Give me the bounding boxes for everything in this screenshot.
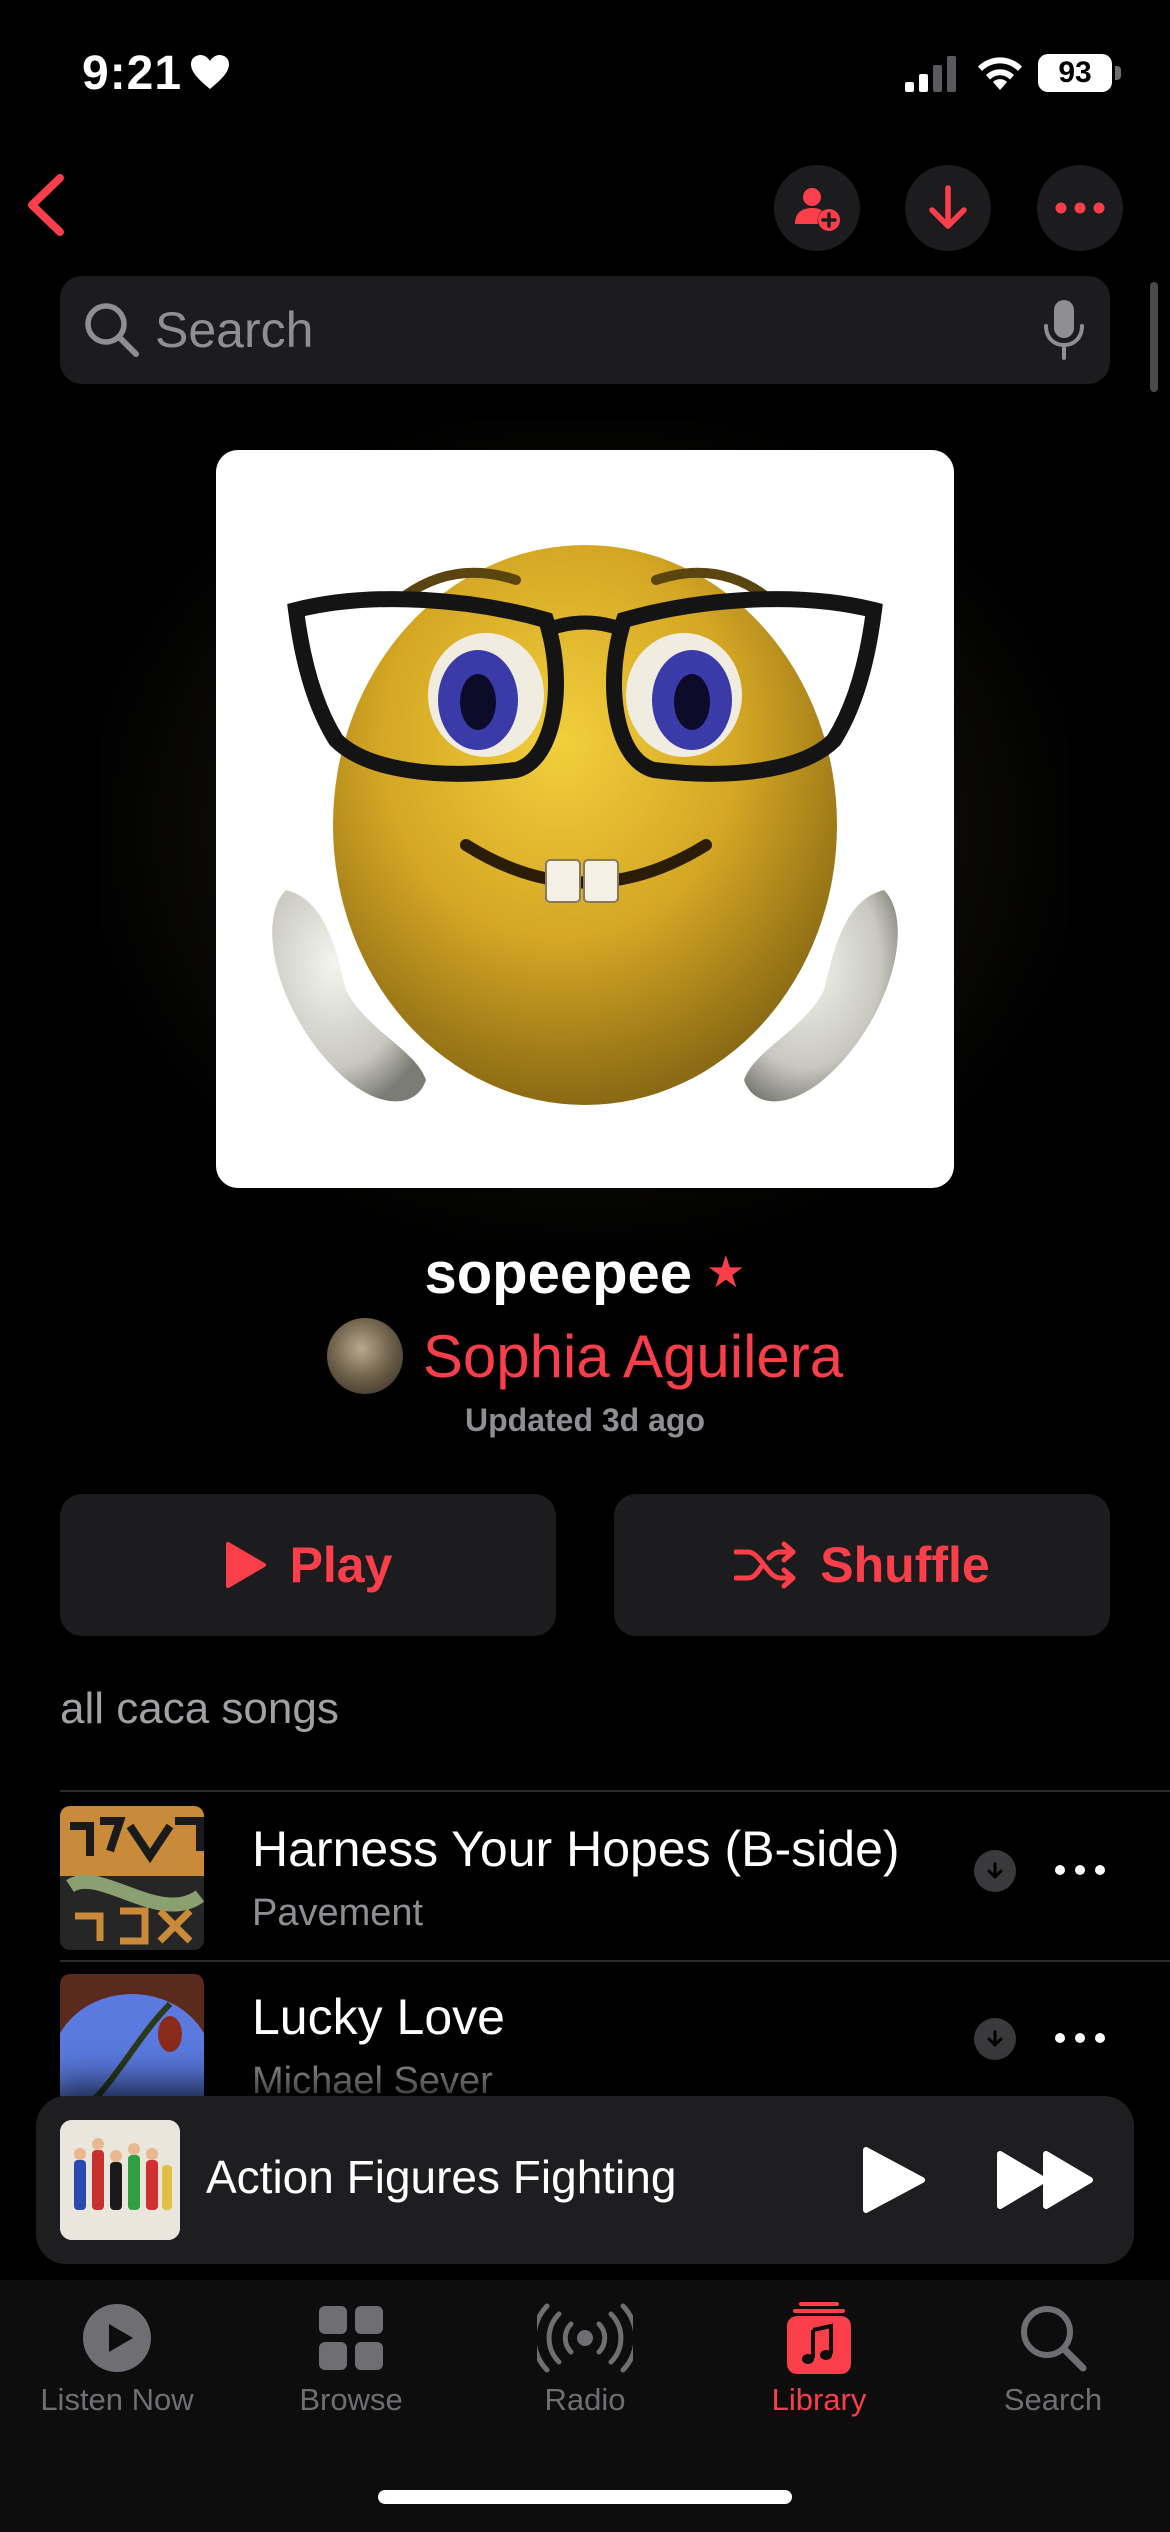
status-time: 9:21 [82, 47, 183, 100]
music-note-icon [787, 2302, 851, 2374]
cellular-signal-icon [905, 56, 956, 92]
download-icon [974, 2018, 1016, 2060]
shuffle-label: Shuffle [820, 1537, 990, 1593]
grid-icon [319, 2306, 383, 2370]
tab-label: Browse [299, 2382, 403, 2417]
shuffle-icon [734, 1541, 796, 1589]
more-icon[interactable] [1050, 1850, 1110, 1890]
tab-label: Library [771, 2382, 867, 2417]
song-title: Lucky Love [252, 1989, 505, 2045]
search-bar[interactable] [60, 276, 1110, 384]
tab-search[interactable]: Search [936, 2302, 1170, 2452]
mini-player[interactable]: Action Figures Fighting [36, 2096, 1134, 2264]
tab-radio[interactable]: Radio [468, 2302, 702, 2452]
now-playing-title: Action Figures Fighting [206, 2151, 677, 2203]
radio-waves-icon [537, 2303, 633, 2373]
wifi-icon [978, 57, 1022, 90]
author-avatar[interactable] [326, 1318, 403, 1394]
divider [60, 1790, 1170, 1792]
play-label: Play [289, 1537, 393, 1593]
back-chevron-icon[interactable] [18, 170, 78, 240]
battery-tip [1115, 66, 1121, 80]
author-name[interactable]: Sophia Aguilera [423, 1322, 843, 1391]
more-icon[interactable] [1050, 2018, 1110, 2058]
now-playing-artwork [60, 2120, 180, 2240]
ellipsis-icon [1055, 202, 1105, 214]
add-collaborator-button[interactable] [774, 165, 860, 251]
scroll-indicator[interactable] [1150, 282, 1158, 392]
play-button[interactable]: Play [60, 1494, 556, 1636]
download-icon [974, 1850, 1016, 1892]
playlist-artwork [216, 450, 954, 1188]
status-bar: 9:21 93 [0, 0, 1170, 150]
play-icon[interactable] [858, 2144, 928, 2216]
heart-icon [191, 55, 229, 89]
search-icon [85, 303, 139, 357]
tab-library[interactable]: Library [702, 2302, 936, 2452]
search-input[interactable] [155, 276, 1015, 384]
play-circle-icon [83, 2304, 151, 2372]
table-row[interactable]: Harness Your Hopes (B-side) Pavement [0, 1794, 1170, 1960]
download-arrow-icon [929, 185, 967, 229]
shuffle-button[interactable]: Shuffle [614, 1494, 1110, 1636]
song-artist: Pavement [252, 1892, 424, 1934]
star-icon: ★ [706, 1248, 746, 1297]
battery-level: 93 [1038, 54, 1112, 92]
updated-timestamp: Updated 3d ago [464, 1402, 705, 1438]
tab-label: Listen Now [40, 2382, 194, 2417]
tab-listen-now[interactable]: Listen Now [0, 2302, 234, 2452]
author-row[interactable]: Sophia Aguilera [0, 1316, 1170, 1396]
song-title: Harness Your Hopes (B-side) [252, 1821, 900, 1877]
person-add-icon [795, 188, 840, 231]
play-icon [225, 1542, 266, 1588]
home-indicator[interactable] [378, 2490, 792, 2504]
tab-browse[interactable]: Browse [234, 2302, 468, 2452]
playlist-title: sopeepee [424, 1241, 693, 1306]
search-icon [1021, 2306, 1087, 2372]
song-artwork [60, 1806, 204, 1950]
microphone-icon[interactable] [1042, 298, 1086, 362]
fast-forward-icon[interactable] [996, 2148, 1096, 2212]
nerd-emoji-image [272, 545, 898, 1105]
tab-label: Search [1003, 2382, 1103, 2417]
playlist-title-row: sopeepee ★ [0, 1240, 1170, 1307]
tab-label: Radio [544, 2382, 626, 2417]
playlist-description: all caca songs [60, 1684, 339, 1733]
download-button[interactable] [905, 165, 991, 251]
more-button[interactable] [1037, 165, 1123, 251]
